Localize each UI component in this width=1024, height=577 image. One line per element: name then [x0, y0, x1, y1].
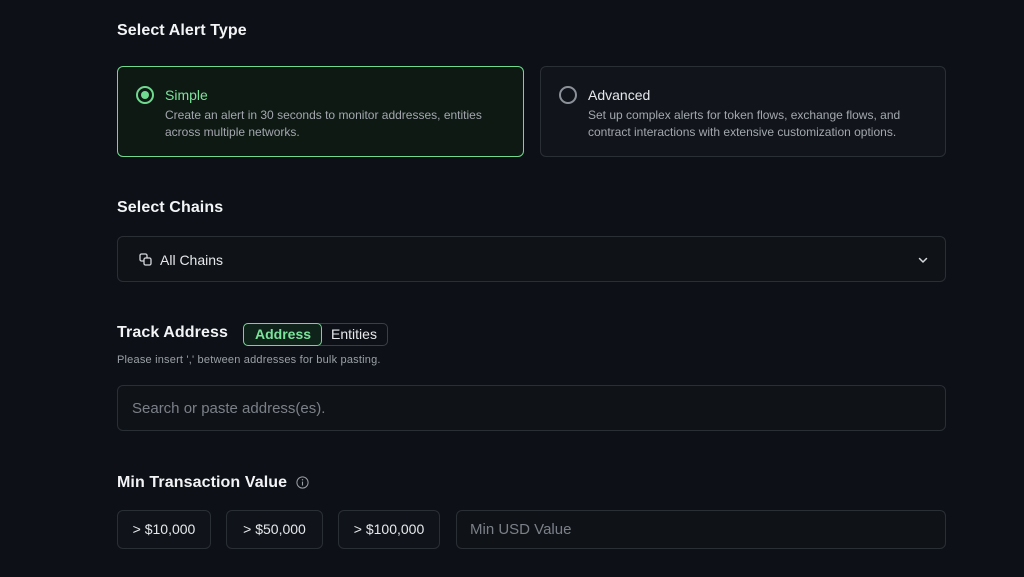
min-value-preset-50k[interactable]: > $50,000	[226, 510, 323, 549]
radio-selected-icon[interactable]	[136, 86, 154, 104]
section-title-chains: Select Chains	[117, 199, 224, 216]
min-usd-value-placeholder: Min USD Value	[470, 521, 572, 538]
chain-select-value: All Chains	[160, 252, 224, 268]
tab-entities[interactable]: Entities	[321, 324, 387, 345]
alert-type-simple-card[interactable]: Simple Create an alert in 30 seconds to …	[117, 66, 524, 157]
radio-unselected-icon[interactable]	[559, 86, 577, 104]
bulk-paste-helper-text: Please insert ',' between addresses for …	[117, 354, 381, 366]
alert-type-advanced-card[interactable]: Advanced Set up complex alerts for token…	[540, 66, 946, 157]
alert-type-advanced-description: Set up complex alerts for token flows, e…	[588, 108, 901, 139]
min-value-preset-10k[interactable]: > $10,000	[117, 510, 211, 549]
alert-type-simple-description: Create an alert in 30 seconds to monitor…	[165, 108, 482, 139]
section-title-alert-type: Select Alert Type	[117, 22, 247, 39]
info-icon[interactable]	[296, 476, 309, 489]
layers-icon	[139, 253, 152, 266]
address-search-placeholder: Search or paste address(es).	[132, 400, 326, 417]
chevron-down-icon[interactable]	[917, 254, 929, 266]
alert-type-simple-label: Simple	[165, 87, 208, 103]
chain-select-dropdown[interactable]: All Chains	[117, 236, 946, 282]
alert-type-advanced-label: Advanced	[588, 87, 651, 103]
tab-address[interactable]: Address	[242, 323, 323, 346]
min-usd-value-input[interactable]: Min USD Value	[456, 510, 946, 549]
section-title-min-value: Min Transaction Value	[117, 474, 288, 491]
min-value-preset-100k[interactable]: > $100,000	[338, 510, 440, 549]
section-title-track-address: Track Address	[117, 324, 228, 341]
address-search-input[interactable]: Search or paste address(es).	[117, 385, 946, 431]
track-type-toggle: Address Entities	[242, 323, 388, 346]
